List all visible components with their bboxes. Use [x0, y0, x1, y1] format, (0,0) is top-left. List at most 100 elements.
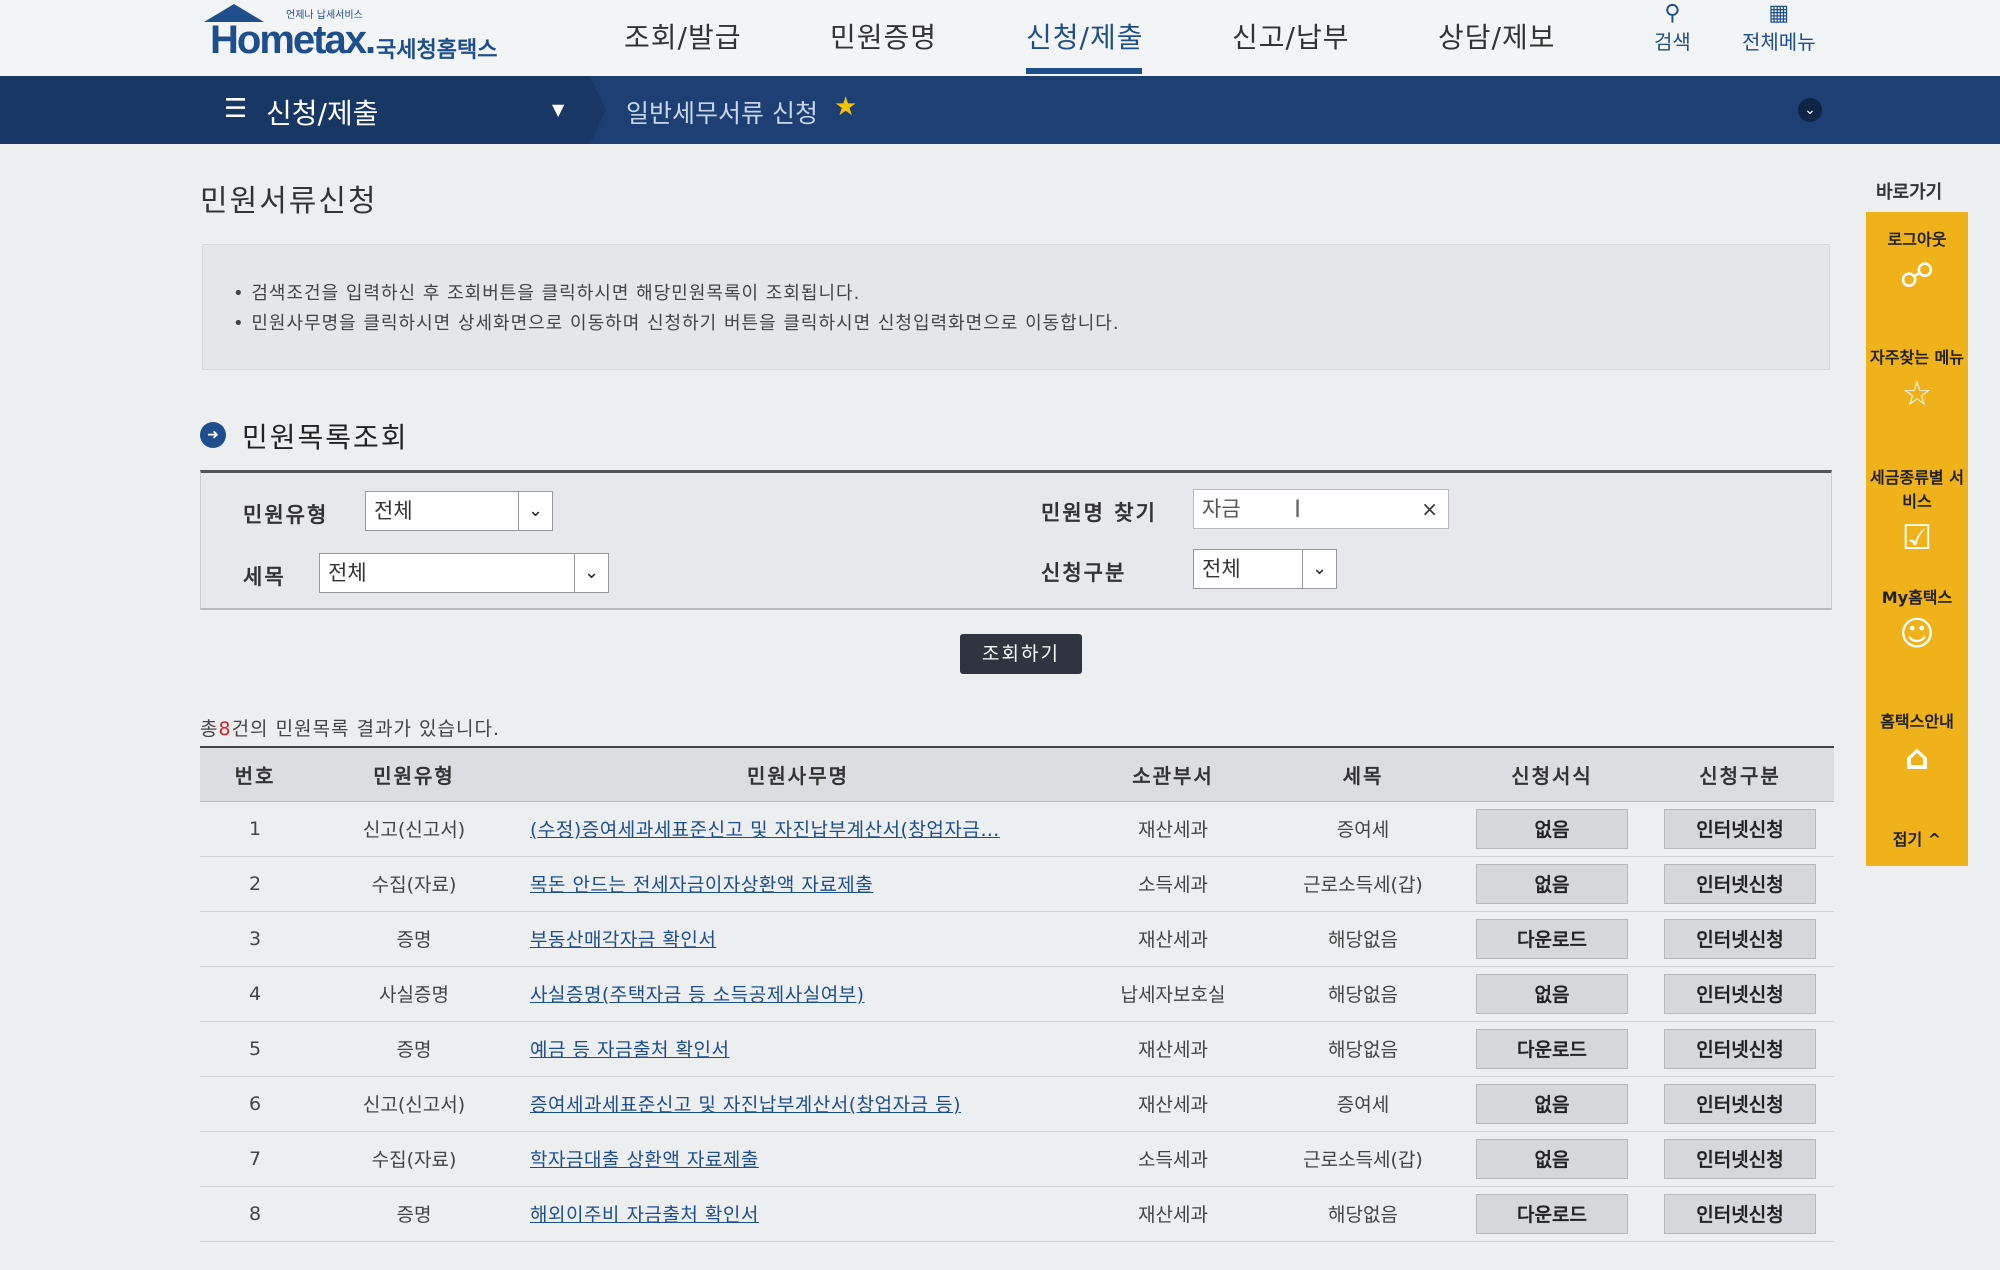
quick-favorites[interactable]: 자주찾는 메뉴 ☆: [1866, 344, 1968, 414]
keyword-input[interactable]: 자금 I ×: [1193, 489, 1449, 529]
quick-guide-label: 홈택스안내: [1880, 712, 1954, 731]
civil-service-link[interactable]: 학자금대출 상환액 자료제출: [530, 1149, 759, 1171]
tax-select[interactable]: 전체 ⌄: [319, 553, 609, 593]
tax-select-value: 전체: [328, 561, 367, 585]
gnb-inquiry[interactable]: 조회/발급: [624, 16, 741, 56]
civil-service-link[interactable]: 증여세과세표준신고 및 자진납부계산서(창업자금 등): [530, 1094, 961, 1116]
quick-my-hometax[interactable]: My홈택스 ☺: [1866, 584, 1968, 654]
cell-type: 증명: [310, 1021, 518, 1077]
page-title: 민원서류신청: [200, 184, 378, 219]
top-header: 언제나 납세서비스 Hometax. 국세청홈택스 조회/발급 민원증명 신청/…: [0, 0, 2000, 76]
col-header-apply[interactable]: 신청구분: [1646, 747, 1834, 802]
subnav-current-page[interactable]: 일반세무서류 신청: [626, 94, 818, 130]
gnb-consult[interactable]: 상담/제보: [1438, 16, 1555, 56]
chevron-down-icon[interactable]: ⌄: [1798, 98, 1822, 122]
hamburger-icon[interactable]: ☰: [224, 94, 247, 124]
quick-collapse[interactable]: 접기 ^: [1866, 826, 1968, 850]
civil-service-link[interactable]: 예금 등 자금출처 확인서: [530, 1039, 729, 1061]
civil-service-link[interactable]: 부동산매각자금 확인서: [530, 929, 716, 951]
cell-no: 4: [200, 966, 310, 1022]
form-button[interactable]: 없음: [1476, 1083, 1628, 1124]
gnb-apply-submit[interactable]: 신청/제출: [1026, 16, 1143, 56]
form-button[interactable]: 다운로드: [1476, 1028, 1628, 1069]
cell-no: 3: [200, 911, 310, 967]
close-icon[interactable]: ×: [1421, 490, 1438, 528]
cell-tax: 증여세: [1268, 1076, 1458, 1132]
form-button[interactable]: 다운로드: [1476, 918, 1628, 959]
cell-no: 1: [200, 801, 310, 857]
quick-my-hometax-label: My홈택스: [1881, 588, 1953, 607]
quick-tax-services[interactable]: 세금종류별 서비스 ☑: [1866, 464, 1968, 558]
internet-apply-button[interactable]: 인터넷신청: [1664, 1193, 1816, 1234]
active-nav-underline: [1026, 68, 1142, 74]
form-button[interactable]: 없음: [1476, 973, 1628, 1014]
grid-icon: ▦: [1768, 1, 1790, 26]
hometax-logo[interactable]: 언제나 납세서비스 Hometax. 국세청홈택스: [200, 4, 520, 70]
quick-guide[interactable]: 홈택스안내 ⌂: [1866, 708, 1968, 778]
table-row: 3 증명 부동산매각자금 확인서 재산세과 해당없음 다운로드 인터넷신청: [200, 911, 1834, 967]
col-header-name[interactable]: 민원사무명: [518, 747, 1078, 802]
cell-dept: 소득세과: [1078, 856, 1268, 912]
type-label: 민원유형: [243, 503, 329, 527]
civil-service-link[interactable]: 사실증명(주택자금 등 소득공제사실여부): [530, 984, 865, 1006]
civil-service-link[interactable]: (수정)증여세과세표준신고 및 자진납부계산서(창업자금…: [530, 819, 1000, 841]
gnb-report-pay[interactable]: 신고/납부: [1232, 16, 1349, 56]
internet-apply-button[interactable]: 인터넷신청: [1664, 1028, 1816, 1069]
col-header-tax[interactable]: 세목: [1268, 747, 1458, 802]
gnb-certificate[interactable]: 민원증명: [830, 16, 937, 56]
form-button[interactable]: 없음: [1476, 808, 1628, 849]
col-header-dept[interactable]: 소관부서: [1078, 747, 1268, 802]
internet-apply-button[interactable]: 인터넷신청: [1664, 808, 1816, 849]
quick-favorites-label: 자주찾는 메뉴: [1870, 348, 1964, 367]
quick-tax-services-label: 세금종류별 서비스: [1870, 468, 1964, 511]
quick-collapse-label: 접기 ^: [1892, 830, 1942, 849]
quick-logout[interactable]: 로그아웃 ☍: [1866, 226, 1968, 296]
apply-type-select[interactable]: 전체 ⌄: [1193, 549, 1337, 589]
quick-logout-label: 로그아웃: [1887, 230, 1947, 249]
search-button-top[interactable]: ⚲ 검색: [1654, 2, 1691, 55]
search-submit-button[interactable]: 조회하기: [960, 634, 1082, 674]
type-select[interactable]: 전체 ⌄: [365, 491, 553, 531]
col-header-no[interactable]: 번호: [200, 747, 310, 802]
table-row: 2 수집(자료) 목돈 안드는 전세자금이자상환액 자료제출 소득세과 근로소득…: [200, 856, 1834, 912]
cell-no: 5: [200, 1021, 310, 1077]
notice-line-2: • 민원사무명을 클릭하시면 상세화면으로 이동하며 신청하기 버튼을 클릭하시…: [233, 313, 1120, 334]
civil-service-link[interactable]: 목돈 안드는 전세자금이자상환액 자료제출: [530, 874, 873, 896]
cell-dept: 재산세과: [1078, 1186, 1268, 1242]
form-button[interactable]: 없음: [1476, 1138, 1628, 1179]
form-button[interactable]: 없음: [1476, 863, 1628, 904]
favorite-star-icon[interactable]: ★: [834, 92, 857, 122]
apply-type-value: 전체: [1202, 557, 1241, 581]
cell-dept: 재산세과: [1078, 1021, 1268, 1077]
sub-navigation: ☰ 신청/제출 ▼ 일반세무서류 신청 ★ ⌄: [0, 76, 2000, 144]
cell-type: 신고(신고서): [310, 1076, 518, 1132]
internet-apply-button[interactable]: 인터넷신청: [1664, 918, 1816, 959]
table-header-row: 번호 민원유형 민원사무명 소관부서 세목 신청서식 신청구분: [200, 747, 1834, 802]
internet-apply-button[interactable]: 인터넷신청: [1664, 973, 1816, 1014]
search-icon: ⚲: [1664, 1, 1681, 26]
table-row: 7 수집(자료) 학자금대출 상환액 자료제출 소득세과 근로소득세(갑) 없음…: [200, 1131, 1834, 1187]
col-header-form[interactable]: 신청서식: [1458, 747, 1646, 802]
form-button[interactable]: 다운로드: [1476, 1193, 1628, 1234]
caret-down-icon[interactable]: ▼: [552, 100, 564, 119]
civil-service-link[interactable]: 해외이주비 자금출처 확인서: [530, 1204, 759, 1226]
cell-type: 증명: [310, 1186, 518, 1242]
apply-type-label: 신청구분: [1041, 561, 1127, 585]
all-menu-button[interactable]: ▦ 전체메뉴: [1742, 2, 1816, 55]
cell-tax: 근로소득세(갑): [1268, 1131, 1458, 1187]
cell-dept: 납세자보호실: [1078, 966, 1268, 1022]
internet-apply-button[interactable]: 인터넷신청: [1664, 1083, 1816, 1124]
cell-tax: 근로소득세(갑): [1268, 856, 1458, 912]
col-header-type[interactable]: 민원유형: [310, 747, 518, 802]
internet-apply-button[interactable]: 인터넷신청: [1664, 1138, 1816, 1179]
unlock-icon: ☍: [1899, 256, 1935, 296]
cell-tax: 증여세: [1268, 801, 1458, 857]
quick-menu-title: 바로가기: [1876, 182, 1943, 203]
all-menu-label: 전체메뉴: [1742, 30, 1816, 54]
table-row: 4 사실증명 사실증명(주택자금 등 소득공제사실여부) 납세자보호실 해당없음…: [200, 966, 1834, 1022]
cell-no: 2: [200, 856, 310, 912]
internet-apply-button[interactable]: 인터넷신청: [1664, 863, 1816, 904]
subnav-title[interactable]: 신청/제출: [266, 92, 378, 132]
keyword-value: 자금: [1202, 497, 1241, 521]
user-icon: ☺: [1899, 614, 1935, 654]
